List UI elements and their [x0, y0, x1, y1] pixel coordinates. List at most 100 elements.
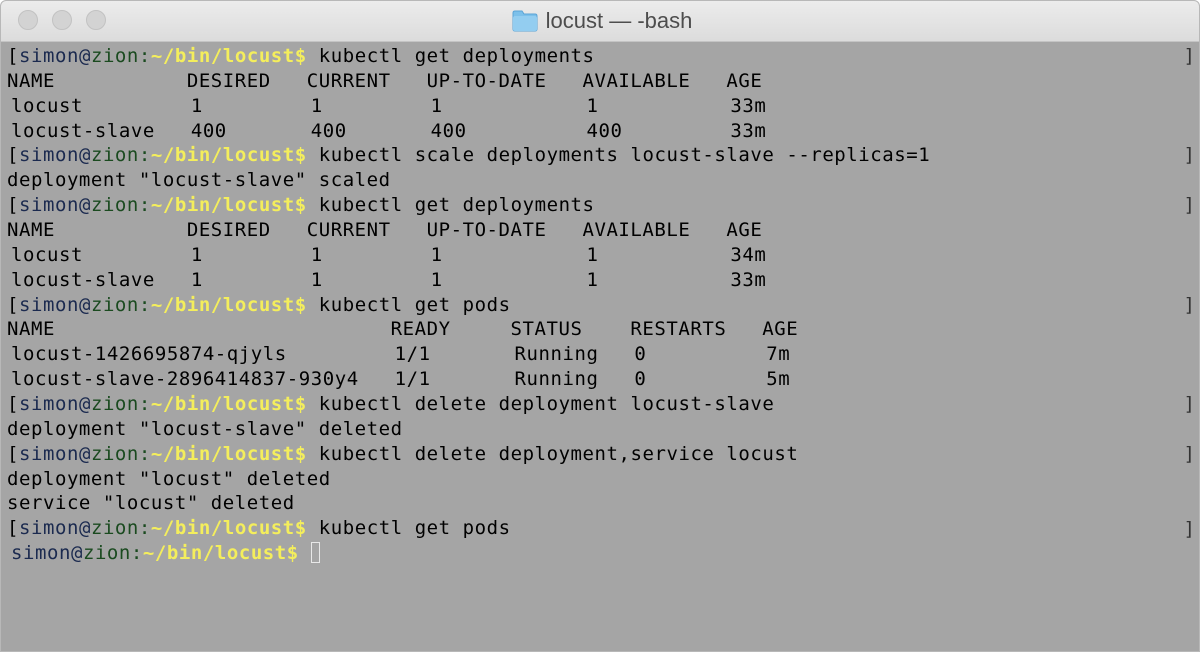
prompt-path: ~/bin/locust: [150, 517, 295, 540]
prompt-at: @: [78, 45, 91, 67]
output-line: NAME READY STATUS RESTARTS AGE: [7, 317, 930, 342]
prompt-path: ~/bin/locust: [150, 194, 295, 217]
prompt-line: [simon@zion:~/bin/locust$ kubectl get de…: [7, 44, 930, 69]
prompt-path: ~/bin/locust: [150, 293, 295, 316]
output-text: deployment "locust-slave" deleted: [7, 417, 403, 440]
line-bracket: [: [7, 144, 19, 167]
command-text: kubectl scale deployments locust-slave -…: [306, 144, 931, 167]
prompt-colon: :: [138, 442, 151, 465]
command-text: kubectl get pods: [306, 293, 511, 316]
prompt-host: zion: [82, 542, 131, 565]
terminal-window: locust — -bash [simon@zion:~/bin/locust$…: [0, 0, 1200, 652]
line-bracket-right: ]: [1183, 393, 1195, 416]
prompt-path: ~/bin/locust: [150, 144, 295, 167]
prompt-line: [simon@zion:~/bin/locust$ kubectl scale …: [7, 143, 930, 168]
line-bracket-right: ]: [1183, 517, 1195, 540]
output-text: NAME READY STATUS RESTARTS AGE: [7, 318, 799, 341]
line-bracket: [: [7, 517, 19, 540]
prompt-line: [simon@zion:~/bin/locust$ kubectl delete…: [7, 442, 930, 467]
line-bracket: [: [7, 293, 19, 316]
prompt-user: simon: [19, 293, 79, 316]
line-bracket-right: ]: [1183, 442, 1195, 465]
command-text: kubectl get deployments: [306, 45, 595, 67]
prompt-at: @: [78, 194, 91, 217]
title-bar[interactable]: locust — -bash: [1, 1, 1199, 42]
window-title-wrap: locust — -bash: [1, 1, 1199, 41]
output-line: deployment "locust-slave" scaled: [7, 168, 930, 193]
prompt-at: @: [78, 517, 91, 540]
prompt-host: zion: [90, 393, 139, 416]
command-text: kubectl delete deployment,service locust: [306, 442, 799, 465]
prompt-user: simon: [19, 442, 79, 465]
prompt-user: simon: [11, 542, 71, 565]
prompt-dollar: $: [294, 45, 307, 67]
prompt-colon: :: [138, 393, 151, 416]
prompt-colon: :: [138, 144, 151, 167]
output-text: locust-1426695874-qjyls 1/1 Running 0 7m: [11, 343, 791, 366]
output-line: NAME DESIRED CURRENT UP-TO-DATE AVAILABL…: [7, 218, 930, 243]
prompt-line: [simon@zion:~/bin/locust$ kubectl get po…: [7, 293, 930, 318]
prompt-colon: :: [138, 194, 151, 217]
output-line: deployment "locust-slave" deleted: [7, 417, 930, 442]
terminal-area[interactable]: [simon@zion:~/bin/locust$ kubectl get de…: [1, 42, 1199, 651]
prompt-line: [simon@zion:~/bin/locust$ kubectl get po…: [7, 516, 930, 541]
prompt-host: zion: [90, 45, 139, 67]
output-text: service "locust" deleted: [7, 492, 295, 515]
output-text: deployment "locust-slave" scaled: [7, 169, 391, 192]
line-bracket-right: ]: [1183, 293, 1195, 316]
prompt-colon: :: [138, 45, 151, 67]
prompt-dollar: $: [294, 517, 307, 540]
output-text: NAME DESIRED CURRENT UP-TO-DATE AVAILABL…: [7, 69, 763, 92]
window-title: locust — -bash: [545, 8, 693, 33]
output-line: locust-1426695874-qjyls 1/1 Running 0 7m: [7, 342, 930, 367]
prompt-line: [simon@zion:~/bin/locust$ kubectl delete…: [7, 392, 930, 417]
output-line: locust 1 1 1 1 33m: [7, 94, 930, 119]
command-text: [299, 542, 311, 564]
text-cursor: [310, 542, 320, 564]
output-text: locust-slave 1 1 1 1 33m: [11, 268, 767, 291]
output-line: NAME DESIRED CURRENT UP-TO-DATE AVAILABL…: [7, 69, 930, 94]
prompt-user: simon: [19, 393, 79, 416]
output-text: NAME DESIRED CURRENT UP-TO-DATE AVAILABL…: [7, 219, 763, 242]
prompt-dollar: $: [294, 393, 307, 416]
prompt-dollar: $: [294, 194, 307, 217]
line-bracket: [: [7, 442, 19, 465]
command-text: kubectl delete deployment locust-slave: [306, 393, 775, 416]
output-line: locust-slave 1 1 1 1 33m: [7, 268, 930, 293]
command-text: kubectl get pods: [306, 517, 511, 540]
terminal-output: [simon@zion:~/bin/locust$ kubectl get de…: [7, 44, 930, 566]
current-prompt-line: simon@zion:~/bin/locust$: [7, 541, 930, 566]
prompt-at: @: [78, 393, 91, 416]
prompt-at: @: [70, 542, 83, 565]
prompt-host: zion: [90, 194, 139, 217]
prompt-path: ~/bin/locust: [142, 542, 287, 565]
prompt-user: simon: [19, 517, 79, 540]
prompt-dollar: $: [286, 542, 299, 565]
prompt-colon: :: [138, 293, 151, 316]
prompt-path: ~/bin/locust: [150, 393, 295, 416]
folder-icon: [512, 10, 538, 32]
command-text: kubectl get deployments: [306, 194, 595, 217]
prompt-path: ~/bin/locust: [150, 442, 295, 465]
output-line: service "locust" deleted: [7, 491, 930, 516]
output-line: deployment "locust" deleted: [7, 467, 930, 492]
prompt-at: @: [78, 442, 91, 465]
output-text: locust-slave-2896414837-930y4 1/1 Runnin…: [11, 368, 791, 391]
prompt-user: simon: [19, 45, 79, 67]
prompt-at: @: [78, 144, 91, 167]
line-bracket: [: [7, 194, 19, 217]
prompt-host: zion: [90, 442, 139, 465]
prompt-colon: :: [138, 517, 151, 540]
output-line: locust-slave-2896414837-930y4 1/1 Runnin…: [7, 367, 930, 392]
line-bracket: [: [7, 393, 19, 416]
prompt-colon: :: [130, 542, 143, 565]
line-bracket-right: ]: [1183, 45, 1195, 67]
output-text: deployment "locust" deleted: [7, 467, 331, 490]
output-line: locust-slave 400 400 400 400 33m: [7, 119, 930, 144]
output-line: locust 1 1 1 1 34m: [7, 243, 930, 268]
line-bracket-right: ]: [1183, 194, 1195, 217]
prompt-host: zion: [90, 144, 139, 167]
prompt-dollar: $: [294, 293, 307, 316]
output-text: locust 1 1 1 1 33m: [11, 94, 767, 117]
prompt-dollar: $: [294, 144, 307, 167]
